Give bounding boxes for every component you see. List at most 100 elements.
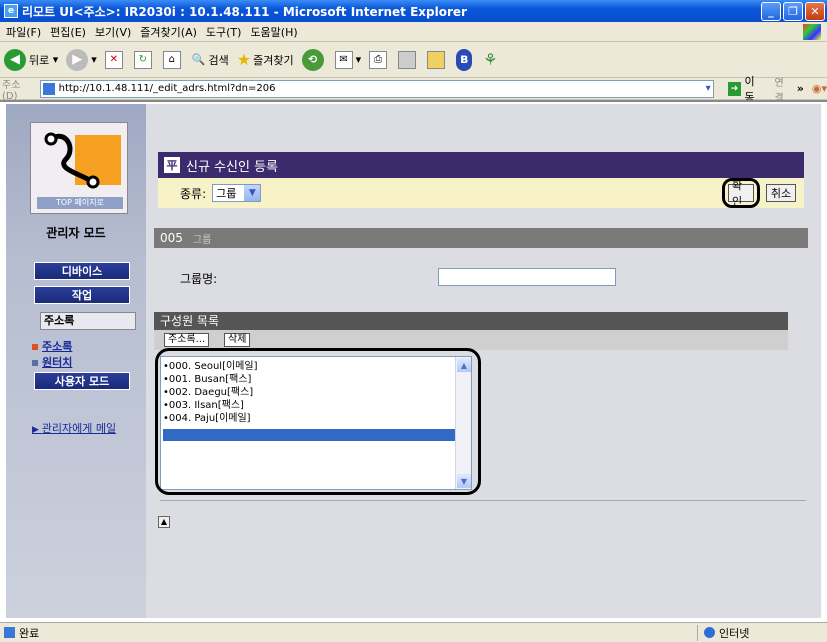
type-bar: 종류: 그룹 ▼ [158,178,804,208]
search-icon: 🔍 [191,53,206,66]
status-done: 완료 [4,625,697,641]
menu-view[interactable]: 보기(V) [95,24,131,40]
forward-arrow-icon: ▶ [66,48,89,71]
links-chevron-icon[interactable]: » [797,82,804,95]
print-icon: ⎙ [369,50,388,69]
address-bar: 주소(D) http://10.1.48.111/_edit_adrs.html… [0,75,827,104]
entry-number-bar: 005 그룹 [154,228,808,248]
refresh-button[interactable]: ↻ [133,50,155,69]
address-label: 주소(D) [2,79,21,102]
nav-sub-address-book[interactable]: 주소록 [32,338,72,354]
listbox-highlight-ring [155,348,481,495]
folder-icon [427,50,446,69]
menu-help[interactable]: 도움말(H) [250,24,297,40]
print-button[interactable]: ⎙ [369,50,390,69]
status-zone: 인터넷 [697,624,827,641]
star-icon: ★ [236,50,252,69]
address-book-tab[interactable]: 주소록... [164,333,210,347]
search-label: 검색 [208,53,229,67]
form-title: 신규 수신인 등록 [186,159,278,175]
home-button[interactable]: ⌂ [162,50,184,69]
menu-edit[interactable]: 편집(E) [50,24,86,40]
type-select[interactable]: 그룹 ▼ [212,184,262,202]
cancel-button[interactable]: 취소 [766,184,796,202]
nav-sub-one-touch-label: 원터치 [42,356,73,369]
nav-user-mode[interactable]: 사용자 모드 [34,372,130,390]
nav-sub-one-touch[interactable]: 원터치 [32,354,72,370]
status-bar: 완료 인터넷 [0,622,827,642]
nav-job[interactable]: 작업 [34,286,130,304]
nav-address-book[interactable]: 주소록 [40,312,136,330]
chevron-down-icon: ▼ [244,185,261,201]
links-label[interactable]: 연결 [775,74,793,104]
divider [160,500,806,501]
bullet-icon [32,360,38,366]
group-name-input[interactable] [438,268,616,286]
address-url: http://10.1.48.111/_edit_adrs.html?dn=20… [58,83,276,94]
globe-icon [704,627,715,638]
members-title: 구성원 목록 [154,312,788,330]
close-button[interactable]: ✕ [805,1,825,21]
windows-logo-icon [803,24,821,40]
type-label: 종류: [180,186,207,201]
minimize-button[interactable]: _ [761,1,781,21]
address-input[interactable]: http://10.1.48.111/_edit_adrs.html?dn=20… [39,79,714,98]
back-label: 뒤로 [29,53,50,67]
edit-icon [398,50,417,69]
ie-icon: e [4,4,18,18]
nav-device[interactable]: 디바이스 [34,262,130,280]
mail-admin-label: 관리자에게 메일 [41,422,117,435]
edit-button[interactable] [398,50,419,69]
top-page-logo[interactable]: TOP 페이지로 [30,122,128,214]
form-header-icon: 平 [164,157,180,173]
bluetooth-button[interactable]: ʙ [456,48,475,71]
home-icon: ⌂ [162,50,181,69]
page-icon [4,627,15,638]
forward-button[interactable]: ▶ ▾ [66,48,97,71]
window-title: 리모트 UI<주소>: IR2030i : 10.1.48.111 - Micr… [22,4,467,19]
toolbar-extension-icon[interactable]: ◉▾ [812,82,827,95]
refresh-icon: ↻ [133,50,152,69]
maximize-button[interactable]: ❐ [783,1,803,21]
type-value: 그룹 [216,187,237,200]
members-tabs: 주소록... 삭제 [154,330,788,350]
entry-number: 005 [160,231,183,245]
history-button[interactable]: ⟲ [301,48,327,71]
history-icon: ⟲ [301,48,324,71]
page-icon [42,82,55,95]
folder-button[interactable] [427,50,448,69]
sidebar: TOP 페이지로 관리자 모드 디바이스 작업 주소록 주소록 원터치 사용자 … [6,104,146,618]
bullet-icon [32,344,38,350]
menu-tools[interactable]: 도구(T) [206,24,242,40]
bluetooth-icon: ʙ [456,48,473,71]
page-top-icon[interactable]: ▲ [158,516,170,528]
form-header: 平 신규 수신인 등록 [158,152,804,178]
status-done-label: 완료 [19,626,40,640]
group-name-label: 그룹명: [180,272,218,286]
go-arrow-icon: ➜ [727,81,742,96]
status-zone-label: 인터넷 [719,626,750,640]
search-button[interactable]: 🔍 검색 [192,52,229,68]
entry-number-sub: 그룹 [192,234,212,246]
messenger-button[interactable]: ⚘ [483,50,497,69]
nav-sub-address-book-label: 주소록 [42,340,73,353]
triangle-icon: ▶ [32,425,42,435]
stop-button[interactable]: ✕ [104,50,126,69]
stop-icon: ✕ [104,50,123,69]
address-dropdown-icon[interactable]: ▾ [706,83,711,94]
top-page-label: TOP 페이지로 [37,197,123,209]
menu-file[interactable]: 파일(F) [6,24,41,40]
delete-tab[interactable]: 삭제 [224,333,251,347]
squiggle-icon [44,132,100,189]
ok-highlight-ring [722,178,760,208]
menu-bar: 파일(F) 편집(E) 보기(V) 즐겨찾기(A) 도구(T) 도움말(H) [0,22,827,42]
mail-icon: ✉ [334,50,353,69]
favorites-button[interactable]: ★ 즐겨찾기 [237,50,294,69]
mail-button[interactable]: ✉ ▾ [334,50,361,69]
toolbar: ◀ 뒤로 ▾ ▶ ▾ ✕ ↻ ⌂ 🔍 검색 ★ 즐겨찾기 ⟲ ✉ ▾ ⎙ ʙ ⚘ [0,42,827,78]
menu-favorites[interactable]: 즐겨찾기(A) [140,24,197,40]
favorites-label: 즐겨찾기 [253,53,294,67]
mail-admin-link[interactable]: ▶ 관리자에게 메일 [32,420,116,436]
back-button[interactable]: ◀ 뒤로 ▾ [4,48,58,71]
title-bar: e 리모트 UI<주소>: IR2030i : 10.1.48.111 - Mi… [0,0,827,22]
